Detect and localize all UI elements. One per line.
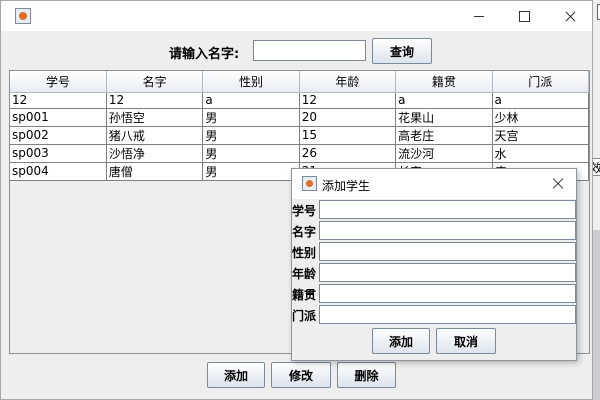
table-cell[interactable]: 沙悟净 <box>106 144 204 163</box>
field-row-gender: 性别 <box>292 242 576 262</box>
field-row-name: 名字 <box>292 221 576 241</box>
minimize-icon[interactable] <box>456 1 502 31</box>
column-header-id[interactable]: 学号 <box>10 71 107 93</box>
table-cell[interactable]: 少林 <box>492 108 590 127</box>
table-cell[interactable]: 唐僧 <box>106 162 204 181</box>
field-label-id: 学号 <box>292 204 317 218</box>
table-cell[interactable]: sp004 <box>10 162 107 181</box>
field-row-hometown: 籍贯 <box>292 284 576 304</box>
field-label-sect: 门派 <box>292 309 317 323</box>
field-row-id: 学号 <box>292 200 576 220</box>
field-label-age: 年龄 <box>292 267 317 281</box>
java-cup-icon <box>15 8 31 24</box>
table-cell[interactable]: 猪八戒 <box>106 126 204 145</box>
table-cell[interactable]: a <box>202 92 300 109</box>
dialog-cancel-button[interactable]: 取消 <box>436 328 496 354</box>
table-cell[interactable]: 12 <box>10 92 107 109</box>
hometown-field[interactable] <box>319 284 576 303</box>
java-cup-icon <box>302 176 317 191</box>
table-row[interactable]: sp001 孙悟空 男 20 花果山 少林 <box>10 108 590 127</box>
id-field[interactable] <box>319 200 576 219</box>
gender-field[interactable] <box>319 242 576 261</box>
dialog-add-button[interactable]: 添加 <box>372 328 430 354</box>
table-cell[interactable]: 水 <box>492 144 590 163</box>
field-label-hometown: 籍贯 <box>292 288 317 302</box>
column-header-hometown[interactable]: 籍贯 <box>395 71 493 93</box>
table-cell[interactable]: sp002 <box>10 126 107 145</box>
table-cell[interactable]: 男 <box>202 162 300 181</box>
name-field[interactable] <box>319 221 576 240</box>
table-cell[interactable]: 15 <box>299 126 397 145</box>
column-header-gender[interactable]: 性别 <box>202 71 300 93</box>
field-row-sect: 门派 <box>292 305 576 325</box>
sect-field[interactable] <box>319 305 576 324</box>
table-cell[interactable]: 26 <box>299 144 397 163</box>
table-cell[interactable]: 男 <box>202 126 300 145</box>
add-student-dialog: 添加学生 学号 名字 性别 年龄 籍贯 门派 添加 取消 <box>291 168 577 361</box>
field-label-gender: 性别 <box>292 246 317 260</box>
add-button[interactable]: 添加 <box>207 362 265 388</box>
dialog-title: 添加学生 <box>322 179 371 193</box>
table-row[interactable]: 12 12 a 12 a a <box>10 92 590 109</box>
column-header-sect[interactable]: 门派 <box>492 71 590 93</box>
age-field[interactable] <box>319 263 576 282</box>
table-cell[interactable]: 20 <box>299 108 397 127</box>
table-cell[interactable]: 天宫 <box>492 126 590 145</box>
field-row-age: 年龄 <box>292 263 576 283</box>
query-button[interactable]: 查询 <box>372 38 432 64</box>
edit-button[interactable]: 修改 <box>271 362 331 388</box>
close-icon[interactable] <box>547 173 569 195</box>
table-cell[interactable]: sp001 <box>10 108 107 127</box>
close-icon[interactable] <box>547 1 593 31</box>
table-cell[interactable]: 男 <box>202 108 300 127</box>
table-header-row: 学号 名字 性别 年龄 籍贯 门派 <box>10 71 590 93</box>
table-cell[interactable]: 花果山 <box>395 108 493 127</box>
table-cell[interactable]: a <box>395 92 493 109</box>
table-cell[interactable]: a <box>492 92 590 109</box>
delete-button[interactable]: 删除 <box>337 362 396 388</box>
search-input[interactable] <box>253 40 366 61</box>
table-row[interactable]: sp002 猪八戒 男 15 高老庄 天宫 <box>10 126 590 145</box>
table-row[interactable]: sp003 沙悟净 男 26 流沙河 水 <box>10 144 590 163</box>
table-cell[interactable]: 12 <box>299 92 397 109</box>
search-label: 请输入名字: <box>169 47 240 62</box>
dialog-title-bar[interactable]: 添加学生 <box>292 169 576 199</box>
table-cell[interactable]: 男 <box>202 144 300 163</box>
table-cell[interactable]: 12 <box>106 92 204 109</box>
table-cell[interactable]: 孙悟空 <box>106 108 204 127</box>
table-cell[interactable]: 流沙河 <box>395 144 493 163</box>
table-cell[interactable]: sp003 <box>10 144 107 163</box>
column-header-age[interactable]: 年龄 <box>299 71 397 93</box>
column-header-name[interactable]: 名字 <box>106 71 204 93</box>
title-bar[interactable] <box>1 1 592 31</box>
maximize-icon[interactable] <box>501 1 547 31</box>
field-label-name: 名字 <box>292 225 317 239</box>
table-cell[interactable]: 高老庄 <box>395 126 493 145</box>
